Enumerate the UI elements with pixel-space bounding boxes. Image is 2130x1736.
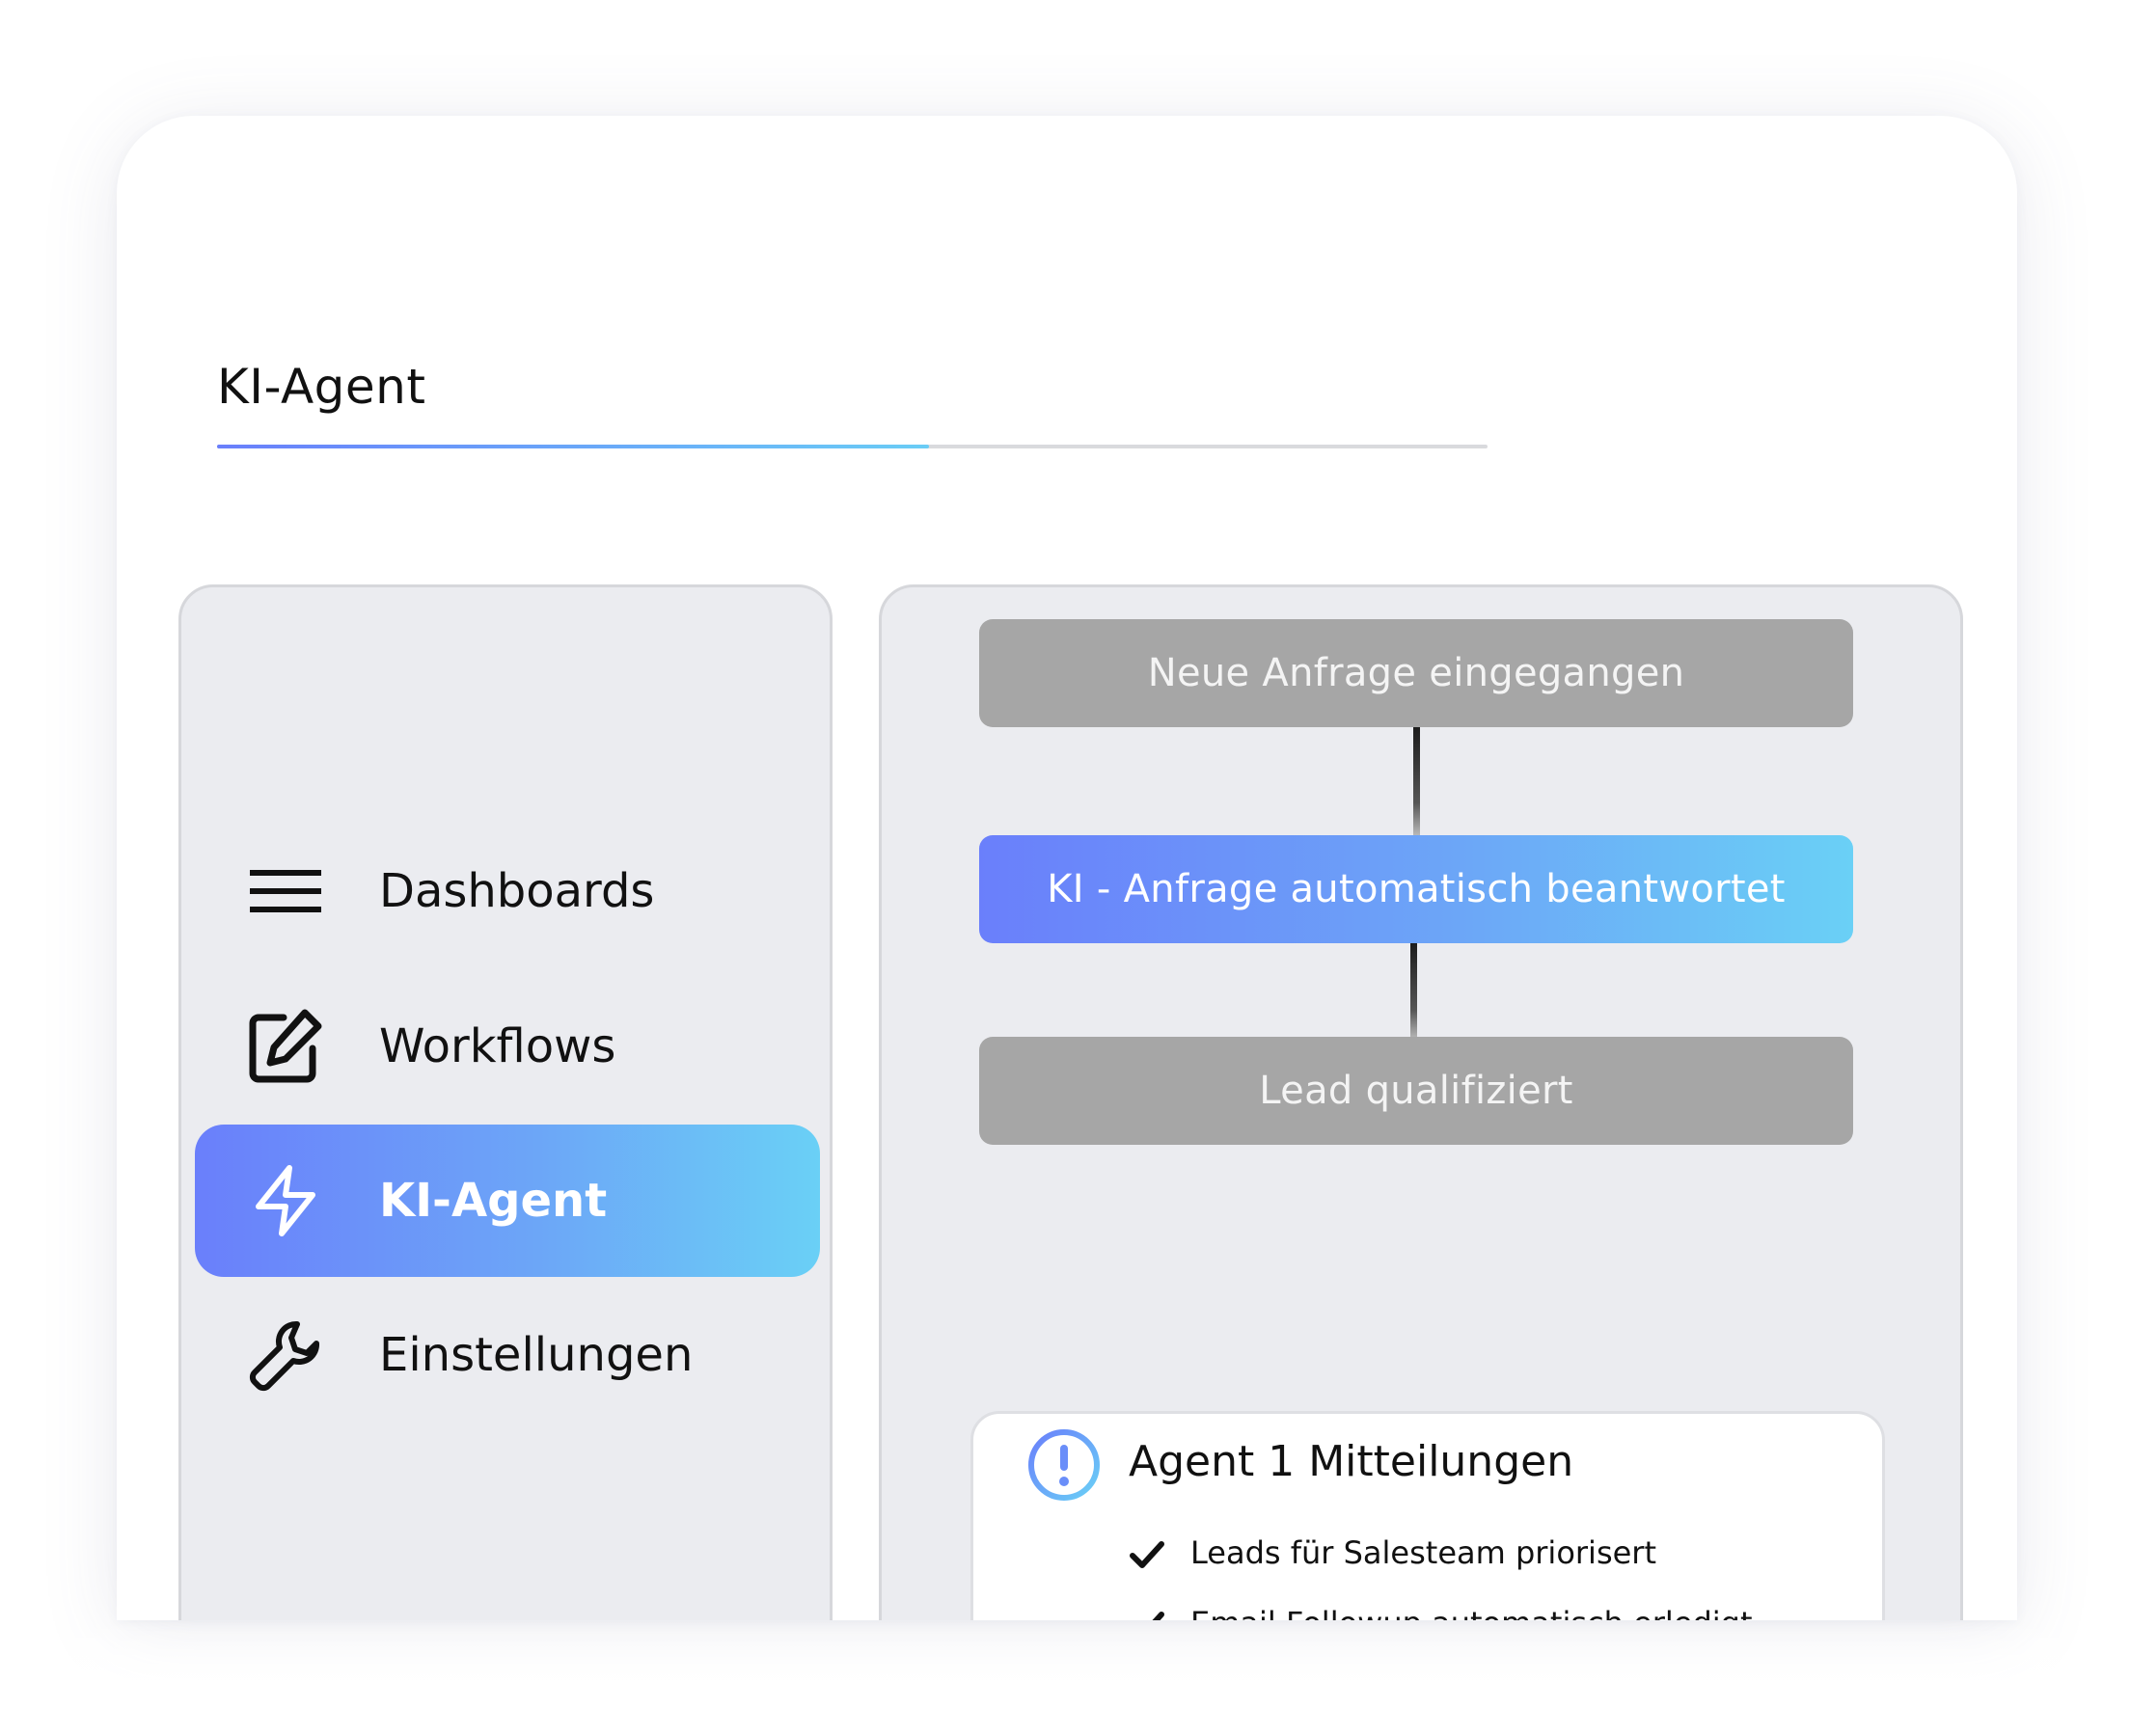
workflow-step-label: Neue Anfrage eingegangen	[1147, 651, 1685, 695]
sidebar-item-label: Einstellungen	[379, 1328, 694, 1382]
workflow-step-ai-answered[interactable]: KI - Anfrage automatisch beantwortet	[979, 835, 1853, 943]
sidebar: Dashboards Workflows KI-Agent Einstellun…	[178, 584, 833, 1620]
edit-icon	[249, 1009, 322, 1083]
sidebar-item-einstellungen[interactable]: Einstellungen	[195, 1279, 820, 1431]
sidebar-item-dashboards[interactable]: Dashboards	[195, 815, 820, 967]
sidebar-item-workflows[interactable]: Workflows	[195, 970, 820, 1123]
workflow-connector	[1410, 943, 1417, 1039]
page: KI-Agent Dashboards Workflows KI-Agent E…	[0, 0, 2130, 1736]
notifications-card: Agent 1 Mitteilungen Leads für Salesteam…	[970, 1411, 1885, 1620]
tab-underline-active	[217, 445, 929, 448]
notification-text: Leads für Salesteam priorisert	[1190, 1534, 1656, 1571]
workflow-step-label: KI - Anfrage automatisch beantwortet	[1047, 867, 1786, 911]
sidebar-item-ki-agent[interactable]: KI-Agent	[195, 1125, 820, 1277]
page-title: KI-Agent	[217, 359, 426, 415]
check-icon	[1152, 1612, 1164, 1620]
sidebar-item-label: KI-Agent	[379, 1174, 608, 1228]
notifications-title: Agent 1 Mitteilungen	[1129, 1437, 1574, 1486]
menu-icon	[250, 870, 321, 912]
app-window: KI-Agent Dashboards Workflows KI-Agent E…	[117, 116, 2017, 1620]
workflow-step-lead-qualified[interactable]: Lead qualifiziert	[979, 1037, 1853, 1145]
workflow-step-label: Lead qualifiziert	[1259, 1069, 1573, 1113]
workflow-connector	[1413, 727, 1420, 835]
lightning-icon	[256, 1165, 315, 1236]
wrench-icon	[249, 1320, 320, 1392]
bottom-fade	[0, 1620, 2130, 1736]
alert-circle-icon	[1028, 1429, 1100, 1501]
workflow-step-new-request[interactable]: Neue Anfrage eingegangen	[979, 619, 1853, 727]
notification-text: Email Followup automatisch erledigt	[1190, 1605, 1753, 1620]
workflow-panel: Neue Anfrage eingegangen KI - Anfrage au…	[879, 584, 1963, 1620]
check-icon	[1130, 1541, 1164, 1568]
sidebar-item-label: Dashboards	[379, 864, 655, 918]
sidebar-item-label: Workflows	[379, 1019, 616, 1073]
tab-underline	[217, 445, 1488, 448]
